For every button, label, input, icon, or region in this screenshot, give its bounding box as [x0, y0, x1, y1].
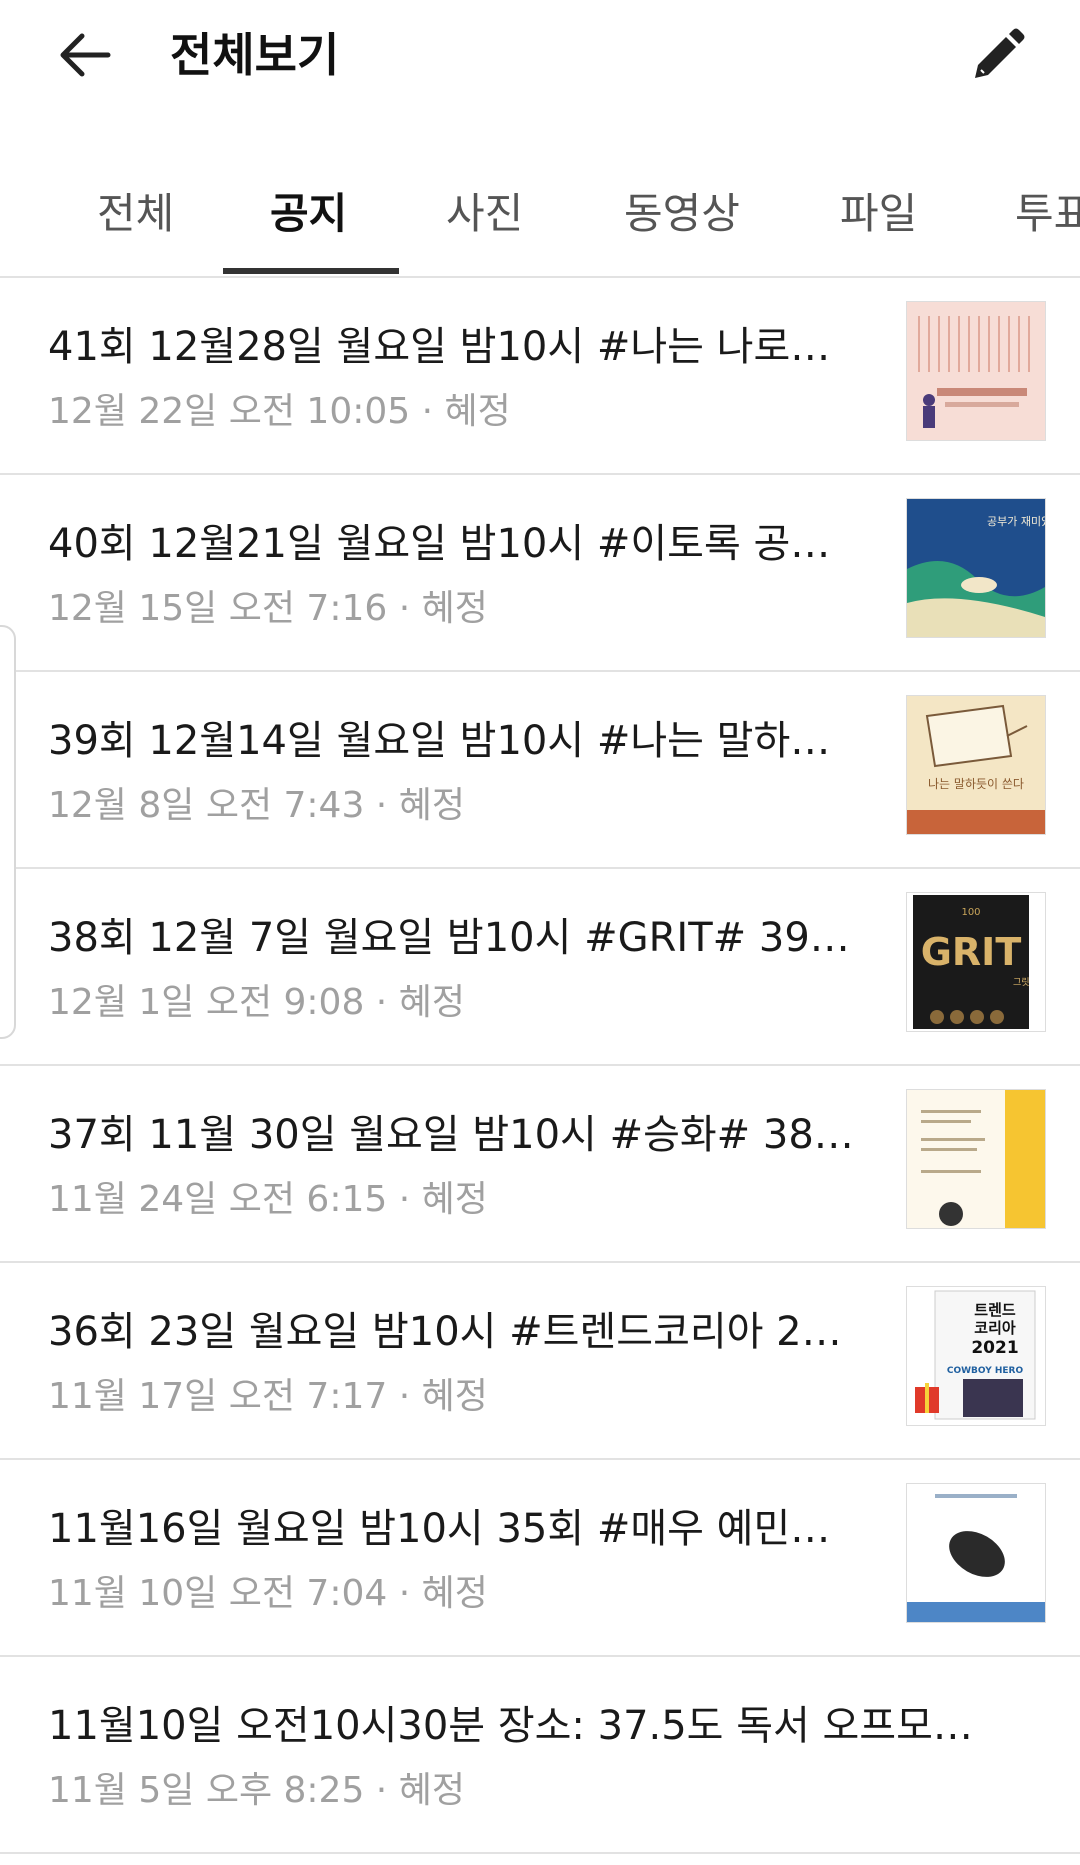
post-meta: 12월 8일 오전 7:43 · 혜정 — [48, 785, 465, 826]
cover-year: 2021 — [971, 1338, 1018, 1358]
post-meta: 12월 1일 오전 9:08 · 혜정 — [48, 982, 465, 1023]
list-item[interactable]: 38회 12월 7일 월요일 밤10시 #GRIT# 39… 12월 1일 오전… — [0, 869, 1080, 1066]
cover-title: 공부가 재미있어지는 순간 — [987, 515, 1045, 528]
cover-title-line2: 코리아 — [974, 1319, 1016, 1337]
book-cover-thumbnail[interactable] — [906, 1089, 1046, 1229]
back-button[interactable] — [52, 20, 122, 90]
post-title: 38회 12월 7일 월요일 밤10시 #GRIT# 39… — [48, 915, 850, 961]
post-meta: 11월 24일 오전 6:15 · 혜정 — [48, 1179, 488, 1220]
post-title: 37회 11월 30일 월요일 밤10시 #승화# 38… — [48, 1112, 854, 1158]
post-title: 11월10일 오전10시30분 장소: 37.5도 독서 오프모… — [48, 1703, 973, 1749]
book-cover-thumbnail[interactable]: 100 GRIT 그릿 — [906, 892, 1046, 1032]
arrow-left-icon — [60, 33, 111, 77]
post-meta: 12월 22일 오전 10:05 · 혜정 — [48, 391, 511, 432]
tab-notice[interactable]: 공지 — [270, 180, 347, 241]
post-meta: 12월 15일 오전 7:16 · 혜정 — [48, 588, 488, 629]
post-meta: 11월 17일 오전 7:17 · 혜정 — [48, 1376, 488, 1417]
list-item[interactable]: 41회 12월28일 월요일 밤10시 #나는 나로… 12월 22일 오전 1… — [0, 278, 1080, 475]
post-title: 41회 12월28일 월요일 밤10시 #나는 나로… — [48, 324, 831, 370]
pencil-icon — [975, 28, 1025, 78]
notice-list: 41회 12월28일 월요일 밤10시 #나는 나로… 12월 22일 오전 1… — [0, 278, 1080, 1854]
cover-badge: 100 — [961, 907, 980, 918]
cover-title: GRIT — [921, 930, 1022, 974]
book-cover-thumbnail[interactable] — [906, 1483, 1046, 1623]
category-tabs: 전체 공지 사진 동영상 파일 투표 — [0, 150, 1080, 278]
book-cover-thumbnail[interactable]: 공부가 재미있어지는 순간 — [906, 498, 1046, 638]
cover-tagline: COWBOY HERO — [947, 1366, 1024, 1376]
active-tab-indicator — [223, 268, 399, 274]
list-item[interactable]: 40회 12월21일 월요일 밤10시 #이토록 공… 12월 15일 오전 7… — [0, 475, 1080, 672]
top-app-bar: 전체보기 — [0, 0, 1080, 110]
book-cover-thumbnail[interactable]: 나는 말하듯이 쓴다 — [906, 695, 1046, 835]
post-title: 39회 12월14일 월요일 밤10시 #나는 말하… — [48, 718, 831, 764]
edge-panel-handle[interactable] — [0, 625, 16, 1039]
post-meta: 11월 10일 오전 7:04 · 혜정 — [48, 1573, 488, 1614]
list-item[interactable]: 37회 11월 30일 월요일 밤10시 #승화# 38… 11월 24일 오전… — [0, 1066, 1080, 1263]
cover-subtitle: 그릿 — [1013, 976, 1030, 988]
post-meta: 11월 5일 오후 8:25 · 혜정 — [48, 1770, 465, 1811]
list-item[interactable]: 11월16일 월요일 밤10시 35회 #매우 예민… 11월 10일 오전 7… — [0, 1460, 1080, 1657]
post-title: 36회 23일 월요일 밤10시 #트렌드코리아 2… — [48, 1309, 842, 1355]
book-cover-thumbnail[interactable]: 트렌드 코리아 2021 COWBOY HERO — [906, 1286, 1046, 1426]
tab-photos[interactable]: 사진 — [446, 180, 523, 241]
cover-title: 나는 말하듯이 쓴다 — [928, 777, 1024, 791]
book-cover-thumbnail[interactable] — [906, 301, 1046, 441]
list-item[interactable]: 39회 12월14일 월요일 밤10시 #나는 말하… 12월 8일 오전 7:… — [0, 672, 1080, 869]
edit-button[interactable] — [965, 24, 1029, 88]
tab-files[interactable]: 파일 — [840, 180, 917, 241]
page-title: 전체보기 — [170, 28, 340, 82]
cover-title-line1: 트렌드 — [974, 1301, 1016, 1319]
post-title: 11월16일 월요일 밤10시 35회 #매우 예민… — [48, 1506, 831, 1552]
tab-all[interactable]: 전체 — [97, 180, 174, 241]
tab-polls[interactable]: 투표 — [1015, 180, 1080, 241]
list-item[interactable]: 36회 23일 월요일 밤10시 #트렌드코리아 2… 11월 17일 오전 7… — [0, 1263, 1080, 1460]
list-item[interactable]: 11월10일 오전10시30분 장소: 37.5도 독서 오프모… 11월 5일… — [0, 1657, 1080, 1854]
tab-videos[interactable]: 동영상 — [624, 180, 740, 241]
post-title: 40회 12월21일 월요일 밤10시 #이토록 공… — [48, 521, 831, 567]
